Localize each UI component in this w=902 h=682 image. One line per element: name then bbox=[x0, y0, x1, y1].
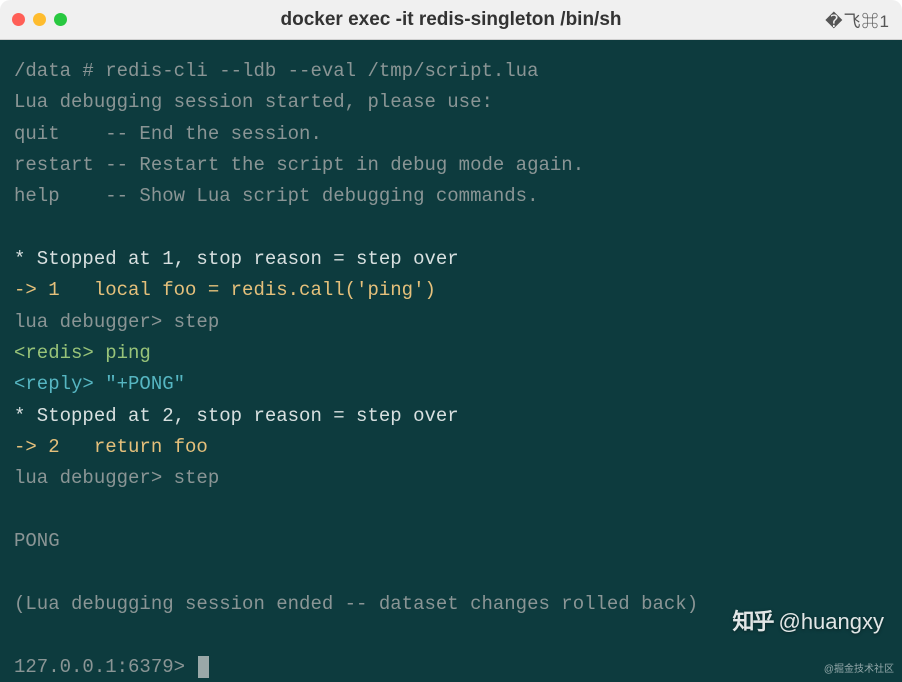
terminal-line: * Stopped at 2, stop reason = step over bbox=[14, 401, 888, 432]
maximize-icon[interactable] bbox=[54, 13, 67, 26]
terminal-line: lua debugger> step bbox=[14, 463, 888, 494]
terminal-text: PONG bbox=[14, 530, 60, 552]
terminal-text: Lua debugging session started, please us… bbox=[14, 91, 493, 113]
terminal-text: <redis> ping bbox=[14, 342, 151, 364]
window-title: docker exec -it redis-singleton /bin/sh bbox=[280, 9, 621, 31]
terminal-line: lua debugger> step bbox=[14, 307, 888, 338]
terminal-line: <redis> ping bbox=[14, 338, 888, 369]
terminal-line: * Stopped at 1, stop reason = step over bbox=[14, 244, 888, 275]
zhihu-logo-icon: 知乎 bbox=[732, 604, 772, 640]
terminal-text: help -- Show Lua script debugging comman… bbox=[14, 185, 539, 207]
window-titlebar: docker exec -it redis-singleton /bin/sh … bbox=[0, 0, 902, 40]
terminal-line: PONG bbox=[14, 526, 888, 557]
close-icon[interactable] bbox=[12, 13, 25, 26]
terminal-text bbox=[14, 562, 25, 584]
terminal-line: /data # redis-cli --ldb --eval /tmp/scri… bbox=[14, 56, 888, 87]
terminal-text: lua debugger> step bbox=[14, 311, 219, 333]
terminal-text bbox=[14, 499, 25, 521]
terminal-line bbox=[14, 558, 888, 589]
terminal-line: -> 2 return foo bbox=[14, 432, 888, 463]
terminal-line: help -- Show Lua script debugging comman… bbox=[14, 181, 888, 212]
terminal-line: -> 1 local foo = redis.call('ping') bbox=[14, 275, 888, 306]
terminal-line: Lua debugging session started, please us… bbox=[14, 87, 888, 118]
terminal-text: -> 2 return foo bbox=[14, 436, 208, 458]
terminal-line: quit -- End the session. bbox=[14, 119, 888, 150]
minimize-icon[interactable] bbox=[33, 13, 46, 26]
terminal-line: 127.0.0.1:6379> bbox=[14, 652, 888, 682]
terminal-line: <reply> "+PONG" bbox=[14, 369, 888, 400]
terminal-text: * Stopped at 2, stop reason = step over bbox=[14, 405, 459, 427]
watermark-handle: @huangxy bbox=[778, 604, 884, 640]
terminal-text: lua debugger> step bbox=[14, 467, 219, 489]
traffic-lights bbox=[12, 13, 67, 26]
terminal-text: 127.0.0.1:6379> bbox=[14, 656, 196, 678]
terminal-text: quit -- End the session. bbox=[14, 123, 322, 145]
cursor-icon bbox=[198, 656, 209, 678]
terminal-text: -> 1 local foo = redis.call('ping') bbox=[14, 279, 436, 301]
terminal-text: <reply> "+PONG" bbox=[14, 373, 185, 395]
watermark: 知乎 @huangxy bbox=[732, 604, 884, 640]
terminal-line bbox=[14, 495, 888, 526]
terminal-text bbox=[14, 217, 25, 239]
terminal-text: restart -- Restart the script in debug m… bbox=[14, 154, 584, 176]
terminal-body[interactable]: /data # redis-cli --ldb --eval /tmp/scri… bbox=[0, 40, 902, 682]
window-shortcut: �飞⌘1 bbox=[825, 7, 890, 32]
terminal-text: (Lua debugging session ended -- dataset … bbox=[14, 593, 698, 615]
watermark-secondary: @掘金技术社区 bbox=[824, 662, 894, 679]
terminal-text bbox=[14, 624, 25, 646]
terminal-text: /data # redis-cli --ldb --eval /tmp/scri… bbox=[14, 60, 539, 82]
terminal-line bbox=[14, 213, 888, 244]
terminal-line: restart -- Restart the script in debug m… bbox=[14, 150, 888, 181]
terminal-text: * Stopped at 1, stop reason = step over bbox=[14, 248, 459, 270]
